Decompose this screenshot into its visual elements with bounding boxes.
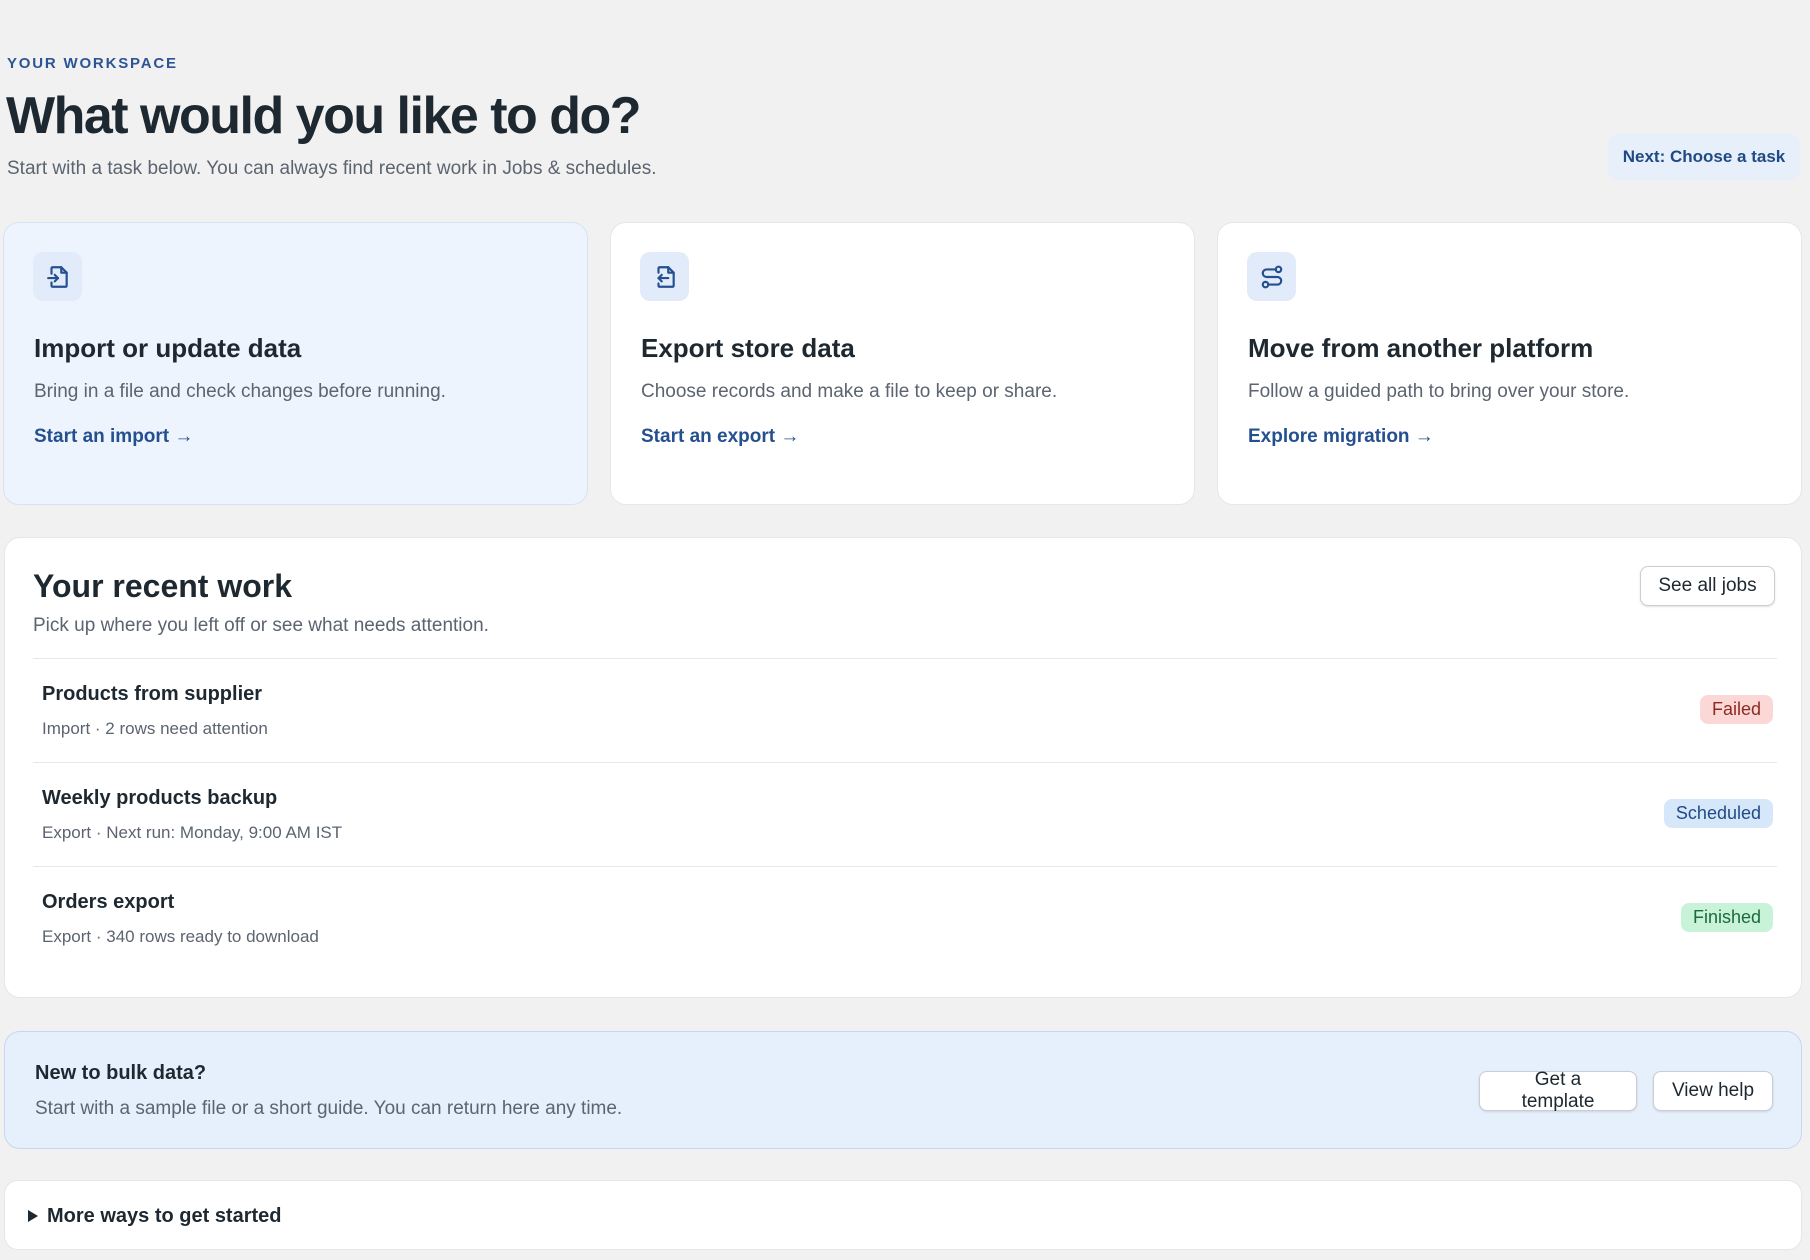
job-meta: Import · 2 rows need attention bbox=[42, 719, 268, 738]
job-title: Orders export bbox=[42, 891, 175, 913]
job-meta: Export · 340 rows ready to download bbox=[42, 927, 319, 946]
recent-work-title: Your recent work bbox=[33, 568, 293, 604]
job-meta: Export · Next run: Monday, 9:00 AM IST bbox=[42, 823, 343, 842]
task-card-migration[interactable]: Move from another platform Follow a guid… bbox=[1217, 222, 1802, 505]
start-import-link[interactable]: Start an import → bbox=[34, 426, 193, 448]
task-card-export[interactable]: Export store data Choose records and mak… bbox=[610, 222, 1195, 505]
route-icon bbox=[1247, 252, 1296, 301]
job-title: Weekly products backup bbox=[42, 787, 278, 809]
disclosure-triangle-icon bbox=[28, 1210, 38, 1222]
next-step-button[interactable]: Next: Choose a task bbox=[1608, 134, 1800, 180]
file-import-icon bbox=[33, 252, 82, 301]
get-template-button[interactable]: Get a template bbox=[1479, 1069, 1637, 1112]
task-card-title: Import or update data bbox=[34, 333, 302, 363]
see-all-jobs-button[interactable]: See all jobs bbox=[1640, 566, 1775, 606]
page-title: What would you like to do? bbox=[6, 87, 642, 145]
bulk-data-help-callout: New to bulk data? Start with a sample fi… bbox=[4, 1031, 1802, 1149]
recent-work-panel: Your recent work Pick up where you left … bbox=[4, 537, 1802, 998]
start-export-link[interactable]: Start an export → bbox=[641, 426, 799, 448]
more-ways-label: More ways to get started bbox=[47, 1205, 282, 1227]
job-row[interactable]: Products from supplier Import · 2 rows n… bbox=[33, 658, 1777, 762]
task-card-description: Choose records and make a file to keep o… bbox=[641, 381, 1058, 402]
status-badge: Scheduled bbox=[1663, 799, 1773, 828]
task-card-title: Export store data bbox=[641, 333, 855, 363]
status-badge: Finished bbox=[1680, 903, 1773, 932]
status-badge: Failed bbox=[1699, 695, 1773, 724]
help-subtitle: Start with a sample file or a short guid… bbox=[35, 1098, 623, 1119]
file-export-icon bbox=[640, 252, 689, 301]
job-row[interactable]: Orders export Export · 340 rows ready to… bbox=[33, 866, 1777, 970]
task-card-title: Move from another platform bbox=[1248, 333, 1594, 363]
recent-work-subtitle: Pick up where you left off or see what n… bbox=[33, 615, 489, 636]
page-subtitle: Start with a task below. You can always … bbox=[7, 158, 657, 179]
job-row[interactable]: Weekly products backup Export · Next run… bbox=[33, 762, 1777, 866]
job-title: Products from supplier bbox=[42, 683, 263, 705]
explore-migration-link[interactable]: Explore migration → bbox=[1248, 426, 1434, 448]
task-card-import[interactable]: Import or update data Bring in a file an… bbox=[3, 222, 588, 505]
more-ways-disclosure[interactable]: More ways to get started bbox=[4, 1180, 1802, 1250]
help-title: New to bulk data? bbox=[35, 1062, 207, 1084]
view-help-button[interactable]: View help bbox=[1653, 1071, 1773, 1111]
task-card-description: Bring in a file and check changes before… bbox=[34, 381, 446, 402]
workspace-eyebrow: YOUR WORKSPACE bbox=[7, 55, 178, 72]
task-card-description: Follow a guided path to bring over your … bbox=[1248, 381, 1630, 402]
